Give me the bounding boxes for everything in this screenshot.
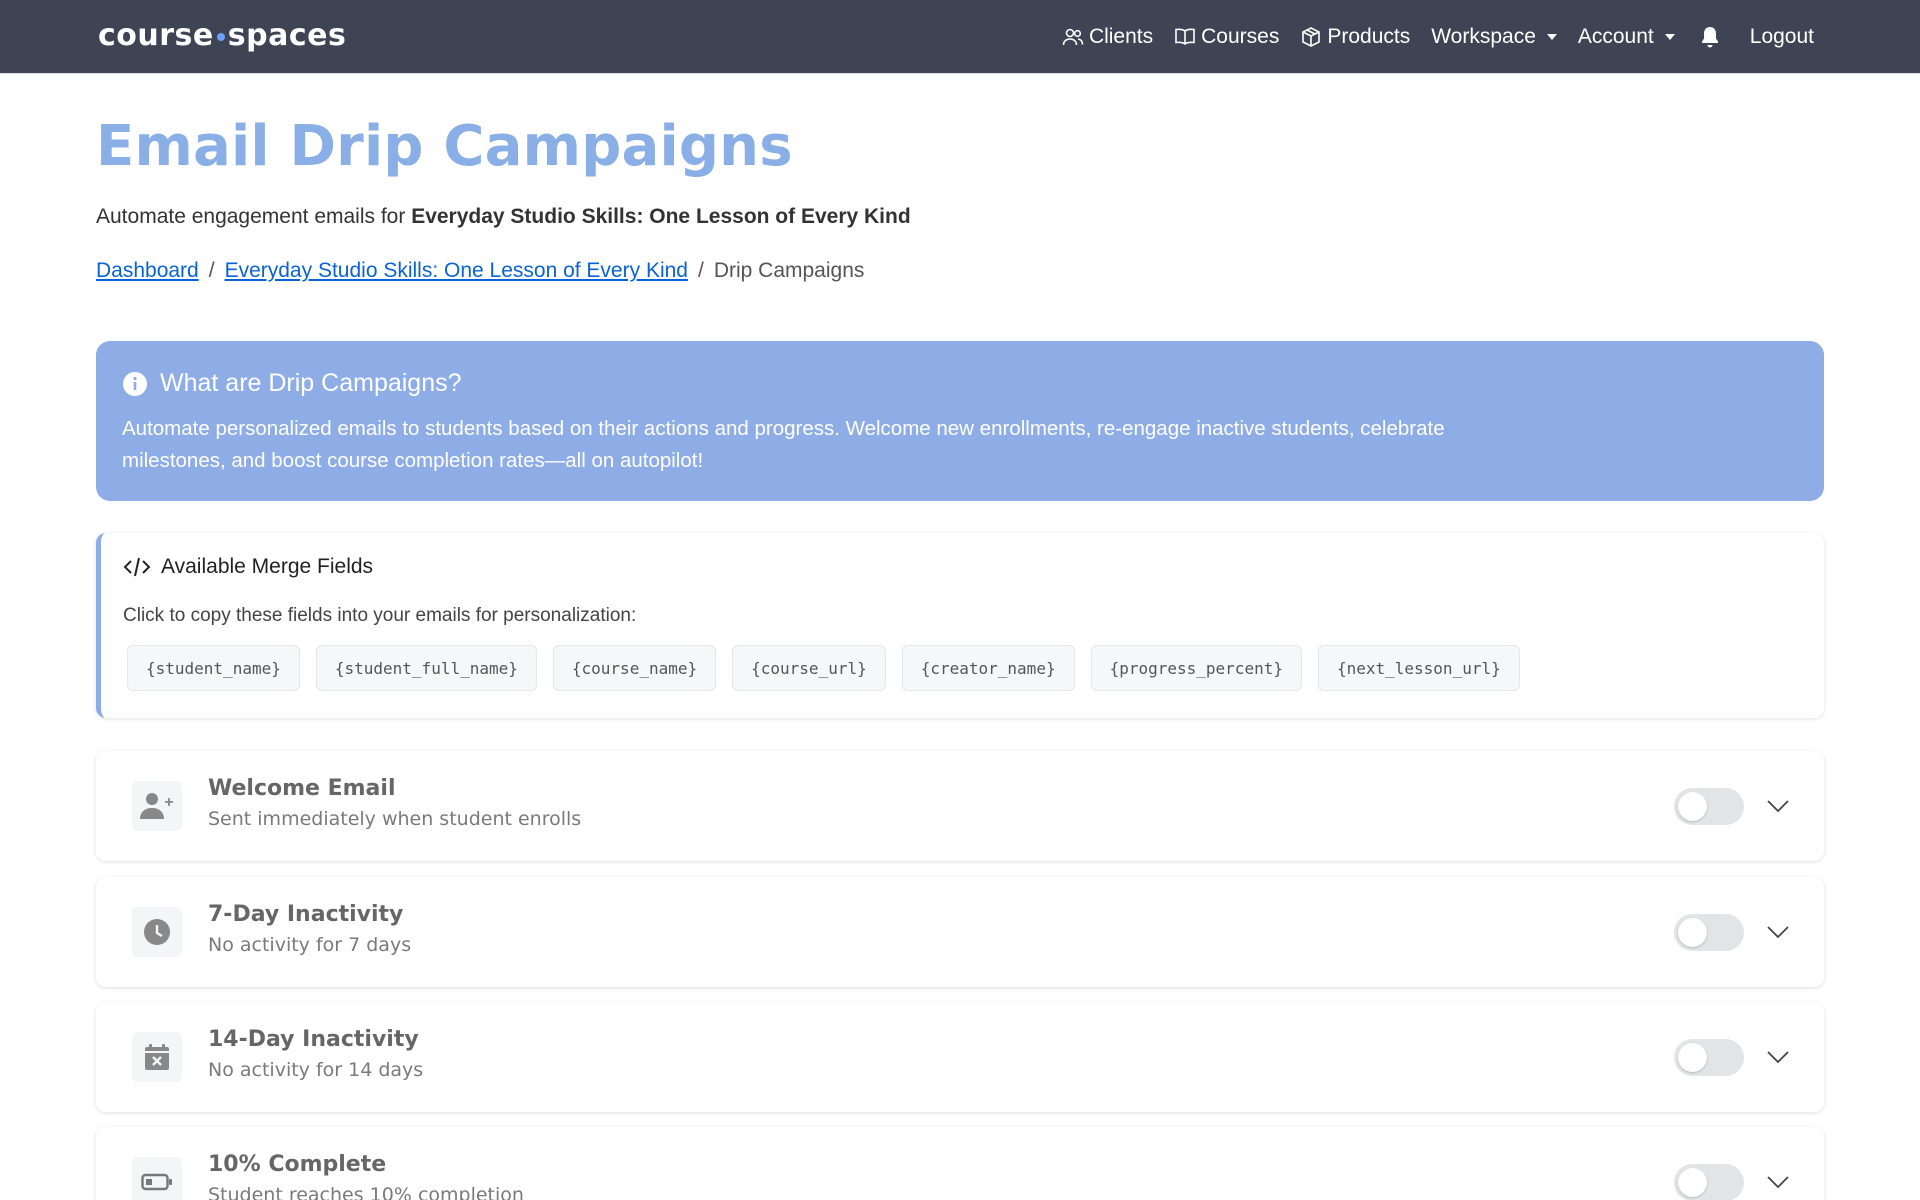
info-banner: What are Drip Campaigns? Automate person… — [96, 341, 1824, 501]
users-icon — [1062, 28, 1084, 46]
campaign-toggle[interactable] — [1674, 1164, 1744, 1200]
merge-field-chip[interactable]: {course_name} — [552, 645, 717, 691]
campaign-toggle[interactable] — [1674, 788, 1744, 825]
campaign-welcome-email[interactable]: Welcome Email Sent immediately when stud… — [96, 751, 1824, 861]
chevron-down-icon[interactable] — [1766, 920, 1790, 944]
campaign-toggle[interactable] — [1674, 1039, 1744, 1076]
chevron-down-icon[interactable] — [1766, 1170, 1790, 1194]
toggle-knob — [1678, 918, 1707, 947]
campaign-subtitle: No activity for 7 days — [208, 934, 412, 956]
notifications-button[interactable] — [1700, 25, 1725, 49]
nav-menu: Clients Courses Products Workspace Accou… — [1041, 0, 1814, 74]
brand-dot — [216, 32, 225, 41]
chevron-down-icon[interactable] — [1766, 1045, 1790, 1069]
merge-field-chip[interactable]: {progress_percent} — [1090, 645, 1302, 691]
page-title: Email Drip Campaigns — [96, 114, 793, 179]
campaign-icon-box — [132, 1032, 182, 1082]
nav-products[interactable]: Products — [1300, 25, 1410, 49]
campaign-icon-box — [132, 1157, 182, 1200]
info-circle-icon — [123, 371, 147, 396]
nav-courses[interactable]: Courses — [1174, 25, 1279, 49]
nav-account-dropdown[interactable]: Account — [1578, 25, 1675, 49]
nav-logout[interactable]: Logout — [1750, 25, 1814, 49]
chevron-down-icon[interactable] — [1766, 794, 1790, 818]
nav-workspace-dropdown[interactable]: Workspace — [1431, 25, 1557, 49]
merge-field-chip[interactable]: {course_url} — [732, 645, 886, 691]
user-plus-icon — [140, 793, 173, 819]
merge-fields-description: Click to copy these fields into your ema… — [123, 605, 637, 626]
caret-down-icon — [1546, 34, 1557, 40]
campaign-title: 10% Complete — [208, 1152, 387, 1177]
campaign-14-day-inactivity[interactable]: 14-Day Inactivity No activity for 14 day… — [96, 1002, 1824, 1112]
course-name: Everyday Studio Skills: One Lesson of Ev… — [411, 205, 911, 228]
campaign-subtitle: Student reaches 10% completion — [208, 1184, 524, 1200]
breadcrumb: Dashboard / Everyday Studio Skills: One Le… — [96, 259, 865, 282]
merge-field-chip[interactable]: {creator_name} — [901, 645, 1075, 691]
campaign-7-day-inactivity[interactable]: 7-Day Inactivity No activity for 7 days — [96, 877, 1824, 987]
brand-logo[interactable]: course spaces — [98, 18, 346, 53]
bell-icon — [1701, 27, 1718, 48]
merge-field-list: {student_name} {student_full_name} {cour… — [127, 645, 1536, 691]
toggle-knob — [1678, 792, 1707, 821]
battery-low-icon — [141, 1173, 172, 1191]
campaign-title: Welcome Email — [208, 776, 396, 801]
campaign-toggle[interactable] — [1674, 914, 1744, 951]
campaign-icon-box — [132, 907, 182, 957]
campaign-icon-box — [132, 781, 182, 831]
merge-field-chip[interactable]: {next_lesson_url} — [1317, 645, 1520, 691]
breadcrumb-dashboard-link[interactable]: Dashboard — [96, 259, 199, 282]
toggle-knob — [1678, 1043, 1707, 1072]
merge-fields-title: Available Merge Fields — [123, 555, 373, 579]
calendar-x-icon — [145, 1044, 169, 1070]
toggle-knob — [1678, 1168, 1707, 1197]
code-icon — [123, 557, 151, 577]
merge-field-chip[interactable]: {student_full_name} — [315, 645, 537, 691]
merge-fields-card: Available Merge Fields Click to copy the… — [96, 533, 1824, 718]
top-navbar: course spaces Clients Courses Products Wo… — [0, 0, 1920, 74]
clock-icon — [144, 919, 170, 945]
breadcrumb-course-link[interactable]: Everyday Studio Skills: One Lesson of Ev… — [225, 259, 688, 282]
campaign-title: 7-Day Inactivity — [208, 902, 404, 927]
breadcrumb-current: Drip Campaigns — [713, 259, 865, 282]
nav-clients[interactable]: Clients — [1062, 25, 1153, 49]
campaign-10-percent-complete[interactable]: 10% Complete Student reaches 10% complet… — [96, 1127, 1824, 1200]
merge-field-chip[interactable]: {student_name} — [127, 645, 300, 691]
info-text: Automate personalized emails to students… — [122, 417, 1445, 472]
info-title: What are Drip Campaigns? — [122, 369, 462, 398]
campaign-title: 14-Day Inactivity — [208, 1027, 419, 1052]
box-icon — [1302, 27, 1321, 47]
caret-down-icon — [1664, 34, 1675, 40]
campaign-subtitle: No activity for 14 days — [208, 1059, 424, 1081]
campaign-subtitle: Sent immediately when student enrolls — [208, 808, 582, 830]
book-icon — [1175, 28, 1195, 45]
page-subtitle: Automate engagement emails for Everyday … — [96, 205, 911, 228]
